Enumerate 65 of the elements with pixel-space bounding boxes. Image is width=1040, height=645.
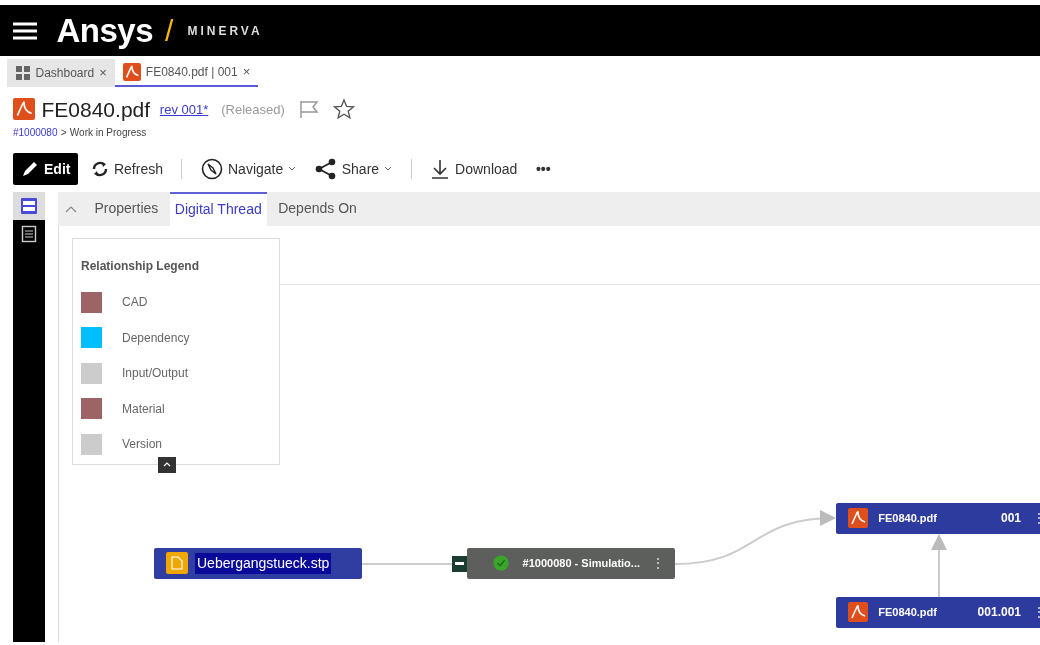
breadcrumb-separator: >: [60, 126, 67, 140]
toolbar-button[interactable]: Edit: [13, 153, 79, 185]
revision-link[interactable]: rev 001*: [159, 99, 209, 119]
pdf-icon: [848, 602, 868, 622]
pdf-icon: [13, 98, 35, 121]
logo-separator: /: [165, 13, 174, 49]
graph-node[interactable]: FE0840.pdf 001.001 ⋮: [836, 596, 1040, 628]
tab-label[interactable]: Dashboard: [35, 64, 95, 82]
document-tab[interactable]: Dashboard ×: [6, 59, 115, 87]
document-icon: [21, 224, 37, 243]
graph-node[interactable]: Uebergangstueck.stp: [154, 547, 362, 579]
dropdown-button[interactable]: Navigate: [195, 153, 303, 185]
graph-node[interactable]: #1000080 - Simulatio... ⋮: [467, 547, 675, 579]
chevron-down-icon: [384, 166, 393, 172]
connector-arrow: [931, 533, 947, 598]
sidebar-button[interactable]: [13, 191, 45, 220]
legend-label: Material: [122, 400, 165, 418]
node-label: FE0840.pdf: [878, 604, 938, 620]
breadcrumb-current: Work in Progress: [69, 126, 147, 140]
check-icon: [493, 554, 510, 572]
legend-label: Dependency: [122, 329, 190, 347]
chevron-down-icon: [288, 166, 297, 172]
document-title: FE0840.pdf: [41, 96, 151, 123]
node-label: FE0840.pdf: [878, 510, 938, 526]
download-icon: [430, 158, 451, 180]
tab-label[interactable]: FE0840.pdf | 001: [145, 63, 238, 81]
collapse-button[interactable]: [158, 456, 176, 473]
menu-button[interactable]: ⋮: [1028, 507, 1040, 529]
toolbar-button[interactable]: Download: [424, 153, 524, 185]
collapse-button[interactable]: [452, 555, 467, 572]
panel-tab[interactable]: Digital Thread: [169, 191, 267, 226]
more-button[interactable]: •••: [529, 153, 557, 185]
product-name: MINERVA: [187, 22, 263, 40]
status-label: (Released): [221, 100, 285, 119]
toolbar-button[interactable]: Refresh: [84, 153, 169, 185]
layout-icon: [20, 196, 38, 215]
close-button[interactable]: ×: [99, 63, 107, 83]
breadcrumb-link[interactable]: #1000080: [13, 125, 58, 140]
flag-icon[interactable]: [297, 99, 320, 120]
dashboard-icon: [14, 65, 31, 81]
legend-label: CAD: [122, 294, 148, 312]
star-icon[interactable]: [332, 98, 355, 121]
dropdown-button[interactable]: Share: [308, 153, 399, 185]
logo[interactable]: Ansys: [56, 5, 154, 56]
graph-node[interactable]: FE0840.pdf 001 ⋮: [836, 502, 1040, 534]
node-label: Uebergangstueck.stp: [195, 552, 332, 574]
panel-tab[interactable]: Depends On: [273, 191, 362, 226]
share-icon: [314, 158, 337, 180]
panel-tab[interactable]: Properties: [89, 191, 164, 226]
menu-button[interactable]: ⋮: [1028, 601, 1040, 623]
pdf-icon: [122, 63, 141, 81]
menu-button[interactable]: ⋮: [647, 552, 669, 574]
legend-label: Version: [122, 436, 163, 454]
compass-icon: [201, 158, 223, 180]
version-label: 001: [1000, 510, 1021, 527]
node-label: #1000080 - Simulatio...: [522, 555, 640, 571]
refresh-icon: [90, 160, 109, 178]
file-icon: [166, 552, 188, 574]
menu-icon[interactable]: [13, 20, 37, 41]
version-label: 001.001: [977, 604, 1021, 621]
legend-label: Input/Output: [122, 365, 189, 383]
pdf-icon: [848, 508, 868, 528]
legend-title: Relationship Legend: [80, 257, 200, 275]
close-button[interactable]: ×: [242, 62, 251, 82]
pencil-icon: [21, 160, 39, 178]
